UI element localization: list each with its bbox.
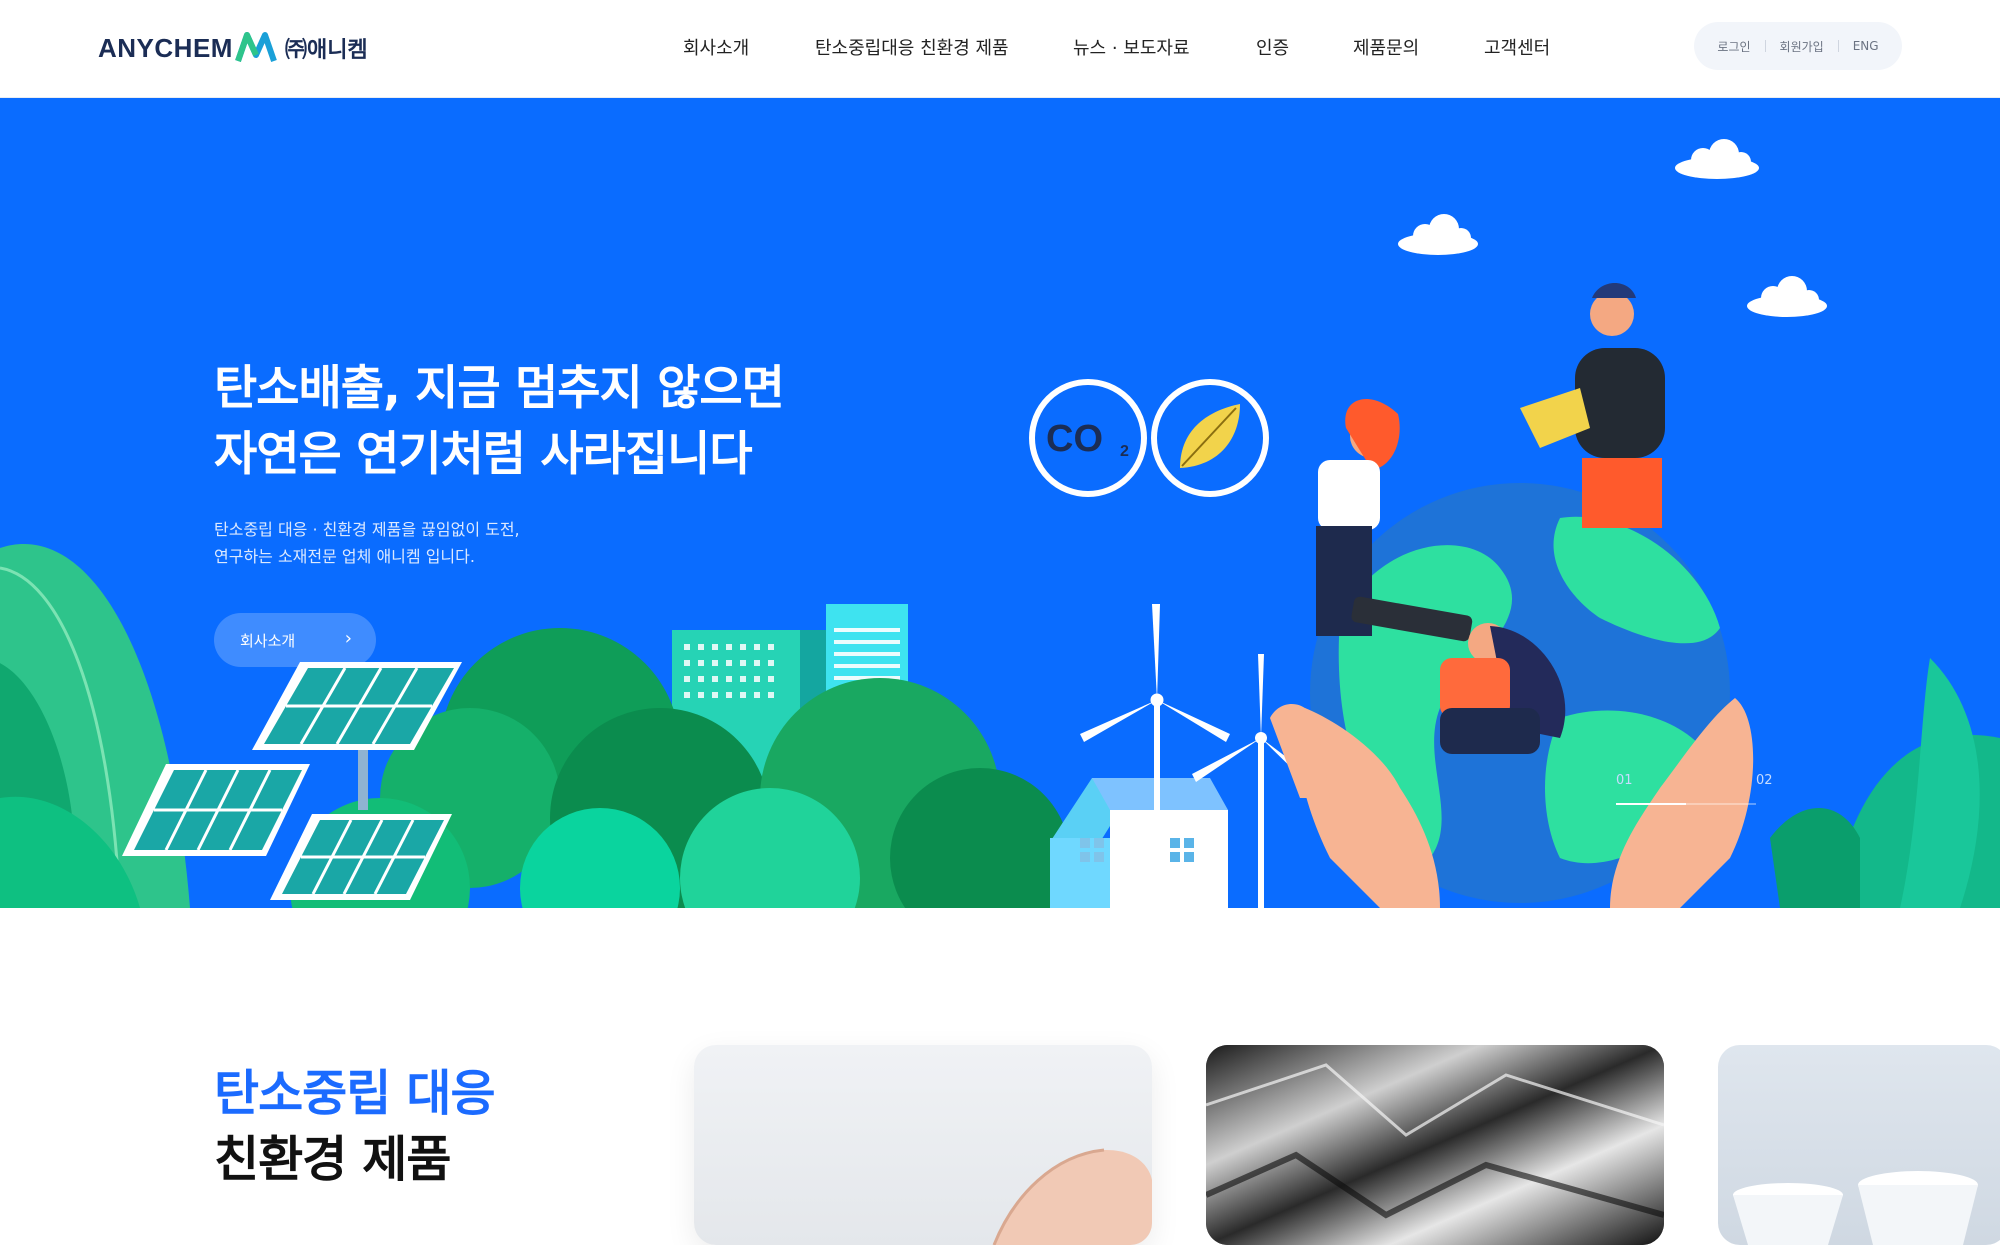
cloud-icon <box>1747 276 1827 317</box>
hero-banner: CO 2 탄소배출, 지금 멈추지 않으면 자연은 연기처럼 사라집니다 탄소중… <box>0 98 2000 908</box>
product-card[interactable] <box>694 1045 1152 1245</box>
co2-subscript: 2 <box>1120 443 1129 460</box>
hero-description-line: 연구하는 소재전문 업체 애니켐 입니다. <box>214 547 475 566</box>
chevron-right-icon: › <box>344 628 352 649</box>
nav-inquiry[interactable]: 제품문의 <box>1353 34 1419 60</box>
slide-pagination: 01 02 <box>1616 773 1773 813</box>
nav-company[interactable]: 회사소개 <box>683 34 749 60</box>
product-card[interactable] <box>1206 1045 1664 1245</box>
slide-progress-track <box>1616 803 1756 805</box>
nav-eco-products[interactable]: 탄소중립대응 친환경 제품 <box>815 34 1009 60</box>
hero-description: 탄소중립 대응 · 친환경 제품을 끊임없이 도전, 연구하는 소재전문 업체 … <box>214 516 520 570</box>
cloud-icon <box>1675 139 1759 179</box>
co2-label: CO <box>1046 418 1103 460</box>
slide-progress-fill <box>1616 803 1686 805</box>
site-header: ANYCHEM ㈜애니켐 회사소개 탄소중립대응 친환경 제품 뉴스 · 보도자… <box>0 0 2000 98</box>
product-image <box>992 1148 1152 1245</box>
nav-certification[interactable]: 인증 <box>1256 34 1289 60</box>
section-title-highlight: 탄소중립 대응 <box>214 1065 496 1122</box>
product-image <box>1206 1045 1664 1245</box>
login-link[interactable]: 로그인 <box>1703 38 1764 55</box>
hero-title: 탄소배출, 지금 멈추지 않으면 자연은 연기처럼 사라집니다 <box>214 356 785 488</box>
house-icon <box>1050 778 1228 908</box>
hero-title-line: 탄소배출, 지금 멈추지 않으면 <box>214 361 785 416</box>
product-card[interactable] <box>1718 1045 2000 1245</box>
hero-title-line: 자연은 연기처럼 사라집니다 <box>214 427 753 482</box>
hero-description-line: 탄소중립 대응 · 친환경 제품을 끊임없이 도전, <box>214 520 520 539</box>
language-link[interactable]: ENG <box>1839 39 1893 53</box>
nav-news[interactable]: 뉴스 · 보도자료 <box>1073 34 1190 60</box>
cloud-icon <box>1398 214 1478 255</box>
section-title: 친환경 제품 <box>214 1131 451 1188</box>
signup-link[interactable]: 회원가입 <box>1766 38 1838 55</box>
slide-current[interactable]: 01 <box>1616 773 1633 788</box>
utility-menu: 로그인 회원가입 ENG <box>1694 22 1902 70</box>
company-intro-button[interactable]: 회사소개 › <box>214 613 376 667</box>
company-intro-button-label: 회사소개 <box>240 631 296 650</box>
slide-next[interactable]: 02 <box>1756 773 1773 788</box>
nav-customer-center[interactable]: 고객센터 <box>1484 34 1550 60</box>
product-image <box>1733 1171 1978 1245</box>
